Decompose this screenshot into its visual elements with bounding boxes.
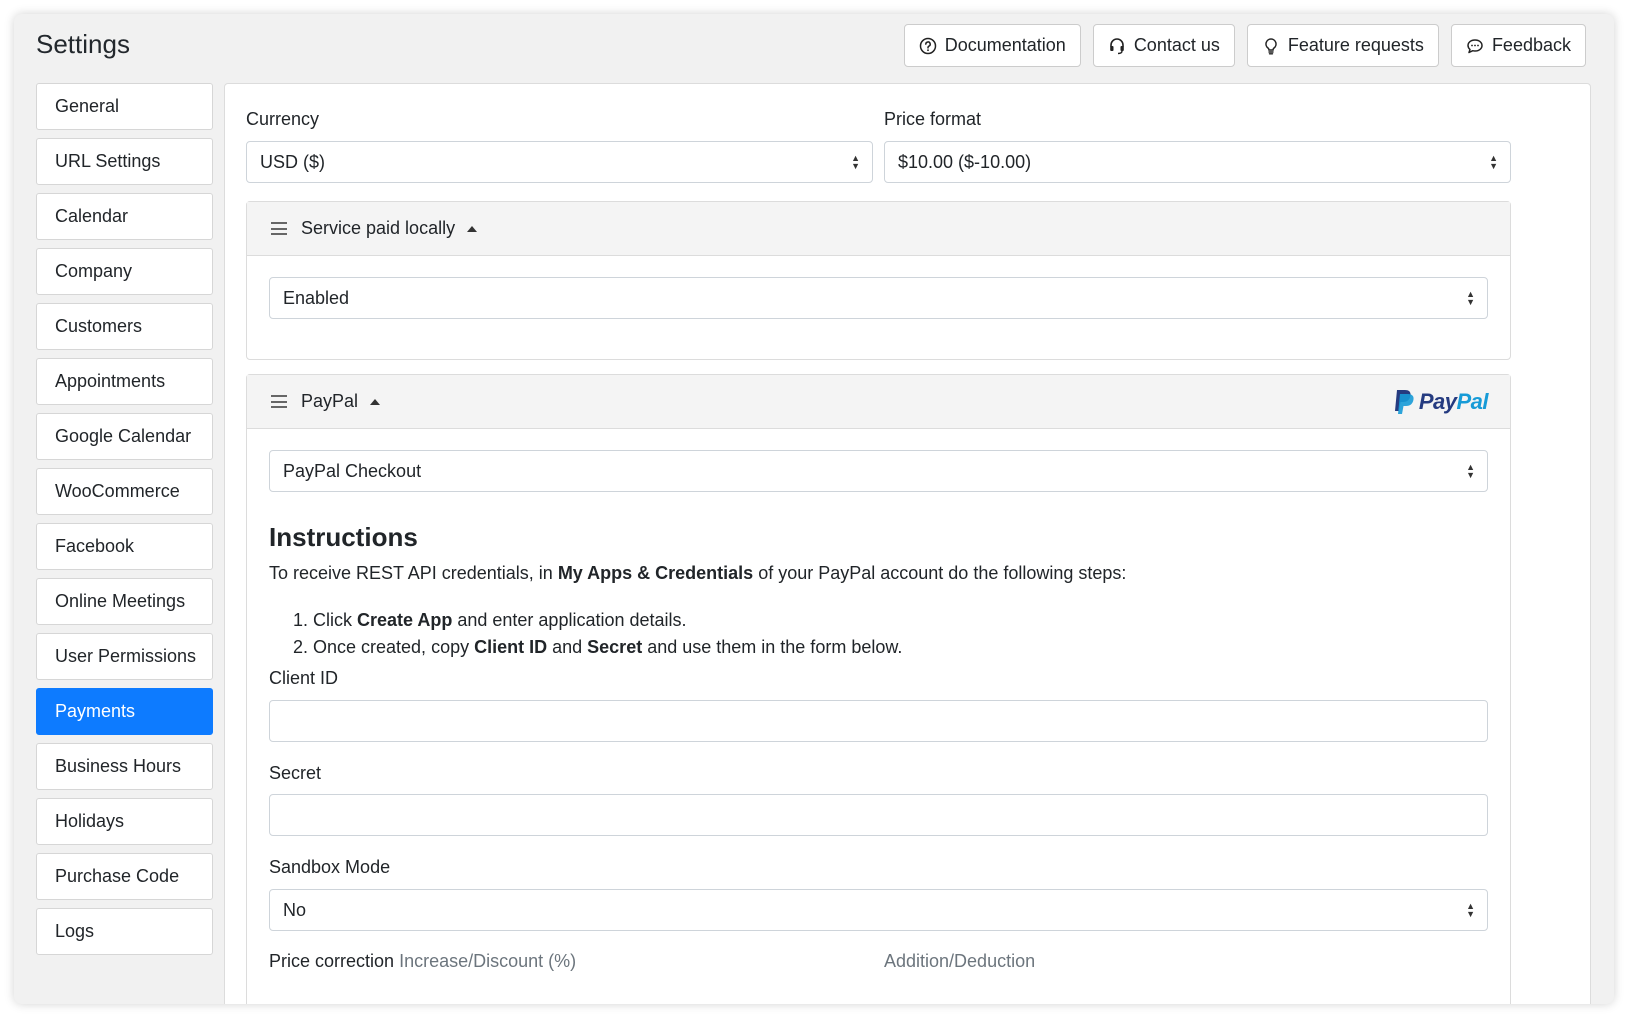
- currency-select[interactable]: USD ($) ▲ ▼: [246, 141, 873, 183]
- feature-requests-button[interactable]: Feature requests: [1246, 24, 1439, 67]
- settings-window: Settings Documentation Contact us Featur…: [14, 14, 1614, 1004]
- instructions-heading: Instructions: [269, 522, 418, 552]
- sidebar-item-company[interactable]: Company: [36, 248, 213, 295]
- price-correction-percent-hint: Increase/Discount (%): [399, 951, 577, 971]
- paypal-p-icon: [1394, 390, 1414, 414]
- drag-handle-icon[interactable]: [271, 395, 287, 408]
- paypal-method-select[interactable]: PayPal Checkout ▲ ▼: [269, 450, 1488, 492]
- contact-us-label: Contact us: [1133, 35, 1220, 55]
- local-payment-card: Service paid locally Enabled ▲ ▼: [246, 201, 1511, 360]
- feedback-button[interactable]: Feedback: [1450, 24, 1586, 67]
- chat-icon: [1467, 38, 1483, 53]
- sidebar-item-user-permissions[interactable]: User Permissions: [36, 633, 213, 680]
- price-correction-amount-hint: Addition/Deduction: [884, 951, 1036, 971]
- sidebar-item-general[interactable]: General: [36, 83, 213, 130]
- local-payment-value: Enabled: [283, 287, 350, 308]
- question-circle-icon: [919, 37, 936, 54]
- instruction-step: 2. Once created, copy Client ID and Secr…: [293, 637, 903, 657]
- payments-panel: Currency USD ($) ▲ ▼ Price format $10.00 …: [224, 83, 1591, 1004]
- sidebar-item-business-hours[interactable]: Business Hours: [36, 743, 213, 790]
- paypal-method-value: PayPal Checkout: [283, 460, 422, 481]
- currency-value: USD ($): [260, 151, 326, 172]
- sidebar-item-online-meetings[interactable]: Online Meetings: [36, 578, 213, 625]
- settings-sidebar: General URL Settings Calendar Company Cu…: [36, 83, 213, 963]
- local-payment-title: Service paid locally: [301, 218, 456, 238]
- feedback-label: Feedback: [1491, 35, 1571, 55]
- sidebar-item-google-calendar[interactable]: Google Calendar: [36, 413, 213, 460]
- sandbox-mode-label: Sandbox Mode: [269, 857, 391, 877]
- top-toolbar: Documentation Contact us Feature request…: [903, 24, 1586, 67]
- instructions-steps: 1. Click Create App and enter applicatio…: [293, 607, 902, 661]
- price-format-value: $10.00 ($-10.00): [898, 151, 1032, 172]
- select-arrows-icon: ▲ ▼: [1489, 153, 1498, 171]
- page-title: Settings: [36, 29, 130, 59]
- select-arrows-icon: ▲ ▼: [1466, 462, 1475, 480]
- local-payment-card-header: Service paid locally: [247, 202, 1510, 256]
- contact-us-button[interactable]: Contact us: [1092, 24, 1235, 67]
- price-format-select[interactable]: $10.00 ($-10.00) ▲ ▼: [884, 141, 1511, 183]
- sidebar-item-logs[interactable]: Logs: [36, 908, 213, 955]
- paypal-wordmark: PayPal: [1418, 389, 1489, 414]
- instructions-text: To receive REST API credentials, in My A…: [269, 563, 1127, 583]
- client-id-input[interactable]: [269, 700, 1488, 742]
- secret-label: Secret: [269, 763, 322, 783]
- sidebar-item-woocommerce[interactable]: WooCommerce: [36, 468, 213, 515]
- select-arrows-icon: ▲ ▼: [1466, 289, 1475, 307]
- sandbox-mode-select[interactable]: No ▲ ▼: [269, 889, 1488, 931]
- feature-requests-label: Feature requests: [1287, 35, 1424, 55]
- documentation-label: Documentation: [944, 35, 1066, 55]
- paypal-logo: PayPal: [1393, 389, 1488, 415]
- sidebar-item-facebook[interactable]: Facebook: [36, 523, 213, 570]
- price-correction-label: Price correction Increase/Discount (%): [269, 951, 577, 971]
- sidebar-item-customers[interactable]: Customers: [36, 303, 213, 350]
- documentation-button[interactable]: Documentation: [903, 24, 1081, 67]
- drag-handle-icon[interactable]: [271, 222, 287, 235]
- paypal-card-header: PayPal PayPal: [247, 375, 1510, 429]
- price-format-label: Price format: [884, 109, 982, 129]
- sidebar-item-payments[interactable]: Payments: [36, 688, 213, 735]
- sidebar-item-purchase-code[interactable]: Purchase Code: [36, 853, 213, 900]
- select-arrows-icon: ▲ ▼: [851, 153, 860, 171]
- paypal-title: PayPal: [301, 391, 359, 411]
- lightbulb-icon: [1265, 37, 1277, 54]
- collapse-caret-icon[interactable]: [467, 225, 478, 232]
- sidebar-item-holidays[interactable]: Holidays: [36, 798, 213, 845]
- client-id-label: Client ID: [269, 668, 339, 688]
- select-arrows-icon: ▲ ▼: [1466, 901, 1475, 919]
- sandbox-mode-value: No: [283, 899, 307, 920]
- collapse-caret-icon[interactable]: [370, 398, 381, 405]
- sidebar-item-calendar[interactable]: Calendar: [36, 193, 213, 240]
- sidebar-item-appointments[interactable]: Appointments: [36, 358, 213, 405]
- headset-icon: [1110, 37, 1124, 54]
- secret-input[interactable]: [269, 794, 1488, 836]
- local-payment-select[interactable]: Enabled ▲ ▼: [269, 277, 1488, 319]
- instruction-step: 1. Click Create App and enter applicatio…: [293, 610, 687, 630]
- sidebar-item-url-settings[interactable]: URL Settings: [36, 138, 213, 185]
- currency-label: Currency: [246, 109, 320, 129]
